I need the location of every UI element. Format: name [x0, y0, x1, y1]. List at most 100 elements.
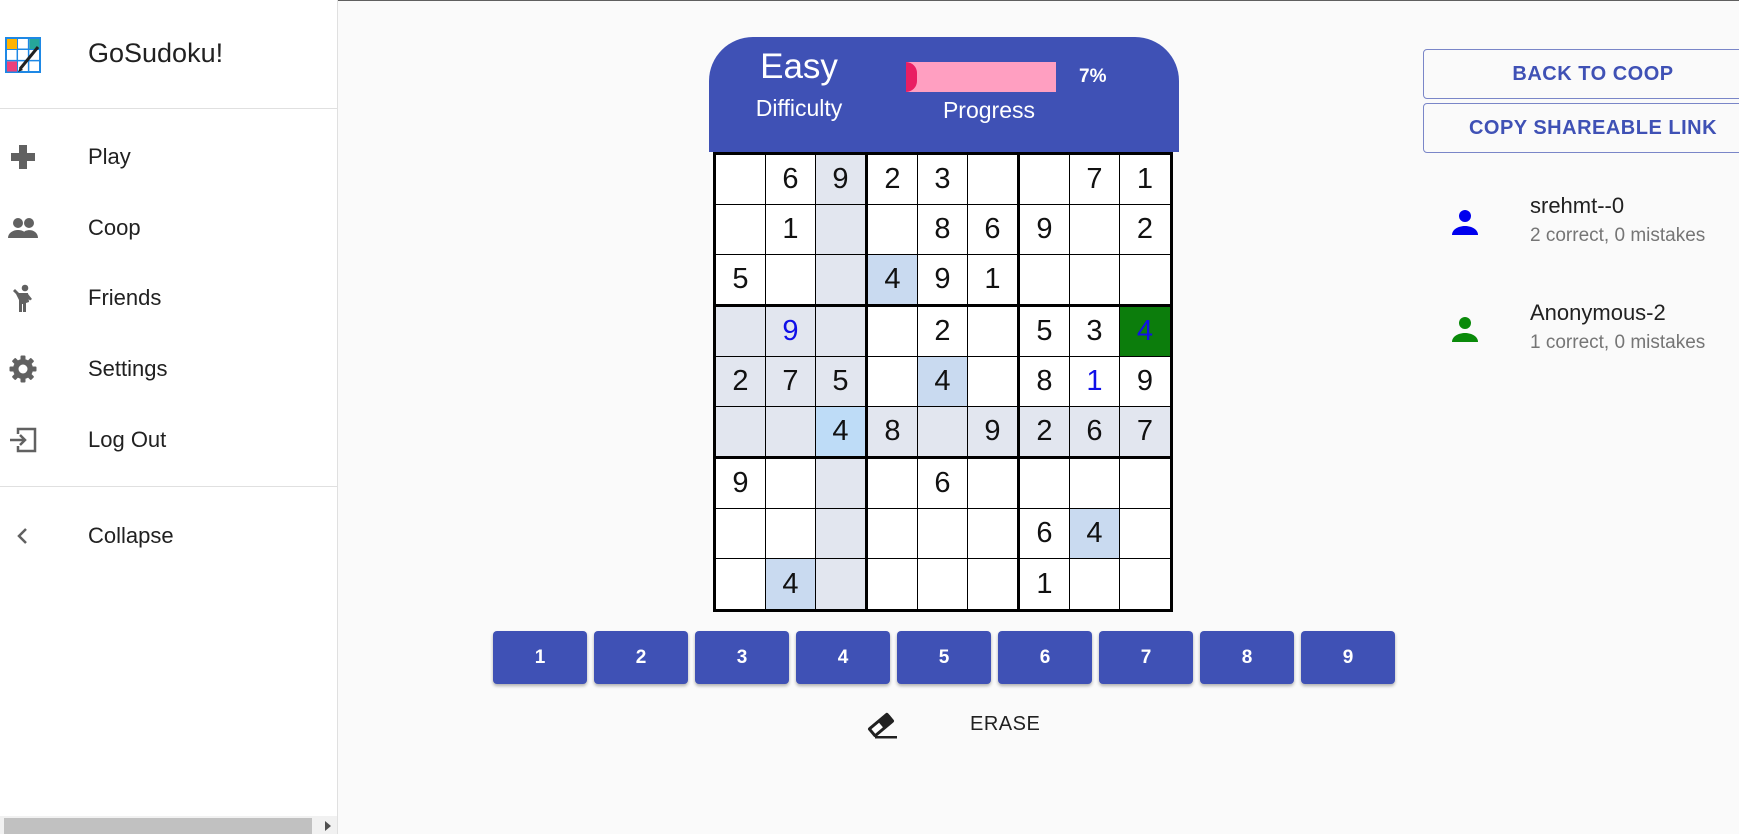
sidebar-item-settings[interactable]: Settings: [0, 336, 338, 400]
sudoku-cell[interactable]: 3: [1070, 307, 1120, 357]
sudoku-cell[interactable]: [968, 509, 1020, 559]
sudoku-cell[interactable]: [766, 255, 816, 307]
sudoku-cell[interactable]: 4: [1070, 509, 1120, 559]
sudoku-cell[interactable]: [968, 459, 1020, 509]
sudoku-cell[interactable]: [918, 559, 968, 609]
sudoku-cell[interactable]: [1020, 459, 1070, 509]
sudoku-cell[interactable]: 7: [766, 357, 816, 407]
sudoku-cell[interactable]: 9: [1120, 357, 1170, 407]
erase-button[interactable]: ERASE: [970, 713, 1040, 736]
sudoku-cell[interactable]: [1070, 459, 1120, 509]
sudoku-cell[interactable]: [716, 307, 766, 357]
sudoku-cell[interactable]: [1020, 255, 1070, 307]
sudoku-cell[interactable]: 6: [766, 155, 816, 205]
sudoku-cell[interactable]: 9: [716, 459, 766, 509]
sudoku-cell[interactable]: 4: [816, 407, 868, 459]
sudoku-cell[interactable]: [716, 205, 766, 255]
sudoku-cell[interactable]: 7: [1120, 407, 1170, 459]
sudoku-cell[interactable]: [816, 307, 868, 357]
sudoku-cell[interactable]: 5: [716, 255, 766, 307]
number-button-9[interactable]: 9: [1301, 631, 1395, 684]
sudoku-cell[interactable]: 8: [868, 407, 918, 459]
sudoku-cell[interactable]: 2: [918, 307, 968, 357]
horizontal-scrollbar[interactable]: [0, 816, 337, 834]
sudoku-cell[interactable]: [1070, 205, 1120, 255]
sudoku-cell[interactable]: [816, 255, 868, 307]
sudoku-cell[interactable]: 3: [918, 155, 968, 205]
sudoku-cell[interactable]: [766, 509, 816, 559]
sudoku-cell[interactable]: [1070, 255, 1120, 307]
sudoku-cell[interactable]: [1070, 559, 1120, 609]
sudoku-cell[interactable]: 9: [766, 307, 816, 357]
sudoku-cell[interactable]: [816, 459, 868, 509]
sudoku-cell[interactable]: [816, 559, 868, 609]
sidebar-item-play[interactable]: Play: [0, 124, 338, 188]
sudoku-cell[interactable]: 4: [1120, 307, 1170, 357]
sudoku-cell[interactable]: 4: [918, 357, 968, 407]
sudoku-cell[interactable]: 1: [1020, 559, 1070, 609]
sudoku-cell[interactable]: 2: [716, 357, 766, 407]
sudoku-cell[interactable]: [868, 509, 918, 559]
number-button-1[interactable]: 1: [493, 631, 587, 684]
sudoku-cell[interactable]: [868, 459, 918, 509]
sudoku-cell[interactable]: [968, 357, 1020, 407]
sudoku-cell[interactable]: 1: [766, 205, 816, 255]
eraser-icon[interactable]: [863, 710, 899, 740]
sudoku-cell[interactable]: 9: [1020, 205, 1070, 255]
number-button-5[interactable]: 5: [897, 631, 991, 684]
number-button-7[interactable]: 7: [1099, 631, 1193, 684]
back-to-coop-button[interactable]: BACK TO COOP: [1423, 49, 1739, 99]
sudoku-cell[interactable]: [868, 559, 918, 609]
number-button-2[interactable]: 2: [594, 631, 688, 684]
sudoku-cell[interactable]: [1020, 155, 1070, 205]
sudoku-cell[interactable]: [716, 509, 766, 559]
sudoku-cell[interactable]: [1120, 509, 1170, 559]
sudoku-cell[interactable]: 5: [816, 357, 868, 407]
sidebar-item-collapse[interactable]: Collapse: [0, 503, 338, 567]
sudoku-cell[interactable]: [816, 205, 868, 255]
scroll-right-arrow-icon[interactable]: [325, 821, 331, 831]
sudoku-cell[interactable]: [868, 357, 918, 407]
sudoku-cell[interactable]: 9: [918, 255, 968, 307]
sudoku-cell[interactable]: 1: [1120, 155, 1170, 205]
sudoku-cell[interactable]: 2: [1020, 407, 1070, 459]
sudoku-cell[interactable]: [968, 559, 1020, 609]
sudoku-cell[interactable]: [716, 155, 766, 205]
number-button-4[interactable]: 4: [796, 631, 890, 684]
sudoku-cell[interactable]: 1: [968, 255, 1020, 307]
sudoku-cell[interactable]: [766, 407, 816, 459]
sudoku-cell[interactable]: [968, 307, 1020, 357]
sudoku-cell[interactable]: 6: [918, 459, 968, 509]
sudoku-cell[interactable]: 9: [816, 155, 868, 205]
sudoku-cell[interactable]: 4: [868, 255, 918, 307]
sudoku-cell[interactable]: 6: [1020, 509, 1070, 559]
sudoku-cell[interactable]: [816, 509, 868, 559]
sudoku-cell[interactable]: 6: [968, 205, 1020, 255]
sudoku-cell[interactable]: 2: [868, 155, 918, 205]
scrollbar-thumb[interactable]: [4, 818, 312, 834]
sidebar-item-logout[interactable]: Log Out: [0, 407, 338, 471]
sudoku-cell[interactable]: 5: [1020, 307, 1070, 357]
sudoku-cell[interactable]: [918, 407, 968, 459]
sudoku-cell[interactable]: 1: [1070, 357, 1120, 407]
copy-shareable-link-button[interactable]: COPY SHAREABLE LINK: [1423, 103, 1739, 153]
sudoku-cell[interactable]: [1120, 559, 1170, 609]
sudoku-cell[interactable]: [1120, 459, 1170, 509]
sudoku-cell[interactable]: 2: [1120, 205, 1170, 255]
sudoku-cell[interactable]: [716, 407, 766, 459]
sudoku-cell[interactable]: 8: [918, 205, 968, 255]
sudoku-cell[interactable]: 7: [1070, 155, 1120, 205]
number-button-8[interactable]: 8: [1200, 631, 1294, 684]
sudoku-cell[interactable]: 8: [1020, 357, 1070, 407]
number-button-3[interactable]: 3: [695, 631, 789, 684]
sudoku-cell[interactable]: [716, 559, 766, 609]
sudoku-cell[interactable]: 4: [766, 559, 816, 609]
sudoku-cell[interactable]: [868, 205, 918, 255]
number-button-6[interactable]: 6: [998, 631, 1092, 684]
sidebar-item-coop[interactable]: Coop: [0, 195, 338, 259]
sudoku-cell[interactable]: 6: [1070, 407, 1120, 459]
sidebar-item-friends[interactable]: Friends: [0, 265, 338, 329]
sudoku-cell[interactable]: [1120, 255, 1170, 307]
sudoku-cell[interactable]: [868, 307, 918, 357]
sudoku-cell[interactable]: 9: [968, 407, 1020, 459]
